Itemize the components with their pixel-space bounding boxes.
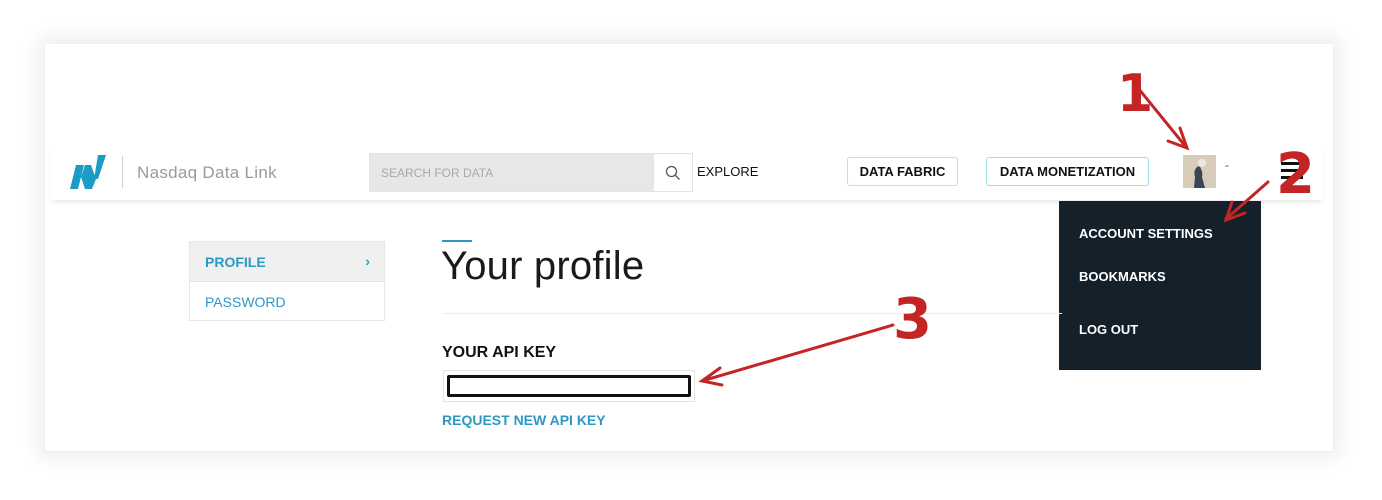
- data-monetization-label: DATA MONETIZATION: [999, 164, 1136, 179]
- sidebar-item-label: PROFILE: [205, 253, 266, 270]
- section-divider: [442, 313, 1062, 314]
- sidebar-item-label: PASSWORD: [205, 294, 286, 310]
- sidebar-item-password[interactable]: PASSWORD: [190, 282, 384, 322]
- settings-sidebar: PROFILE › PASSWORD: [189, 241, 385, 321]
- user-avatar[interactable]: [1183, 155, 1216, 188]
- api-key-label: YOUR API KEY: [442, 344, 557, 361]
- chevron-up-icon[interactable]: ˆ: [1225, 163, 1229, 177]
- data-fabric-button[interactable]: DATA FABRIC: [847, 157, 958, 186]
- menu-item-account-settings[interactable]: ACCOUNT SETTINGS: [1079, 226, 1213, 241]
- chevron-right-icon: ›: [365, 253, 370, 269]
- search-button[interactable]: [653, 154, 692, 191]
- logo-divider: [122, 156, 123, 188]
- api-key-redaction-box: [447, 375, 691, 397]
- data-fabric-label: DATA FABRIC: [859, 164, 946, 179]
- menu-item-bookmarks[interactable]: BOOKMARKS: [1079, 269, 1166, 284]
- page-title: Your profile: [441, 244, 645, 288]
- nasdaq-logo-icon[interactable]: [68, 155, 108, 189]
- data-monetization-button[interactable]: DATA MONETIZATION: [986, 157, 1149, 186]
- request-new-api-key-link[interactable]: REQUEST NEW API KEY: [442, 412, 606, 428]
- search-icon: [665, 165, 680, 180]
- avatar-image-icon: [1183, 155, 1216, 188]
- account-dropdown-menu: ACCOUNT SETTINGS BOOKMARKS LOG OUT: [1059, 201, 1261, 370]
- title-accent-line: [442, 240, 472, 242]
- sidebar-item-profile[interactable]: PROFILE ›: [190, 242, 384, 282]
- search-box: [369, 153, 693, 192]
- explore-link[interactable]: EXPLORE: [697, 164, 758, 179]
- search-input[interactable]: [370, 154, 656, 191]
- hamburger-menu-icon[interactable]: [1281, 162, 1303, 183]
- brand-name[interactable]: Nasdaq Data Link: [137, 163, 277, 183]
- menu-item-log-out[interactable]: LOG OUT: [1079, 322, 1138, 337]
